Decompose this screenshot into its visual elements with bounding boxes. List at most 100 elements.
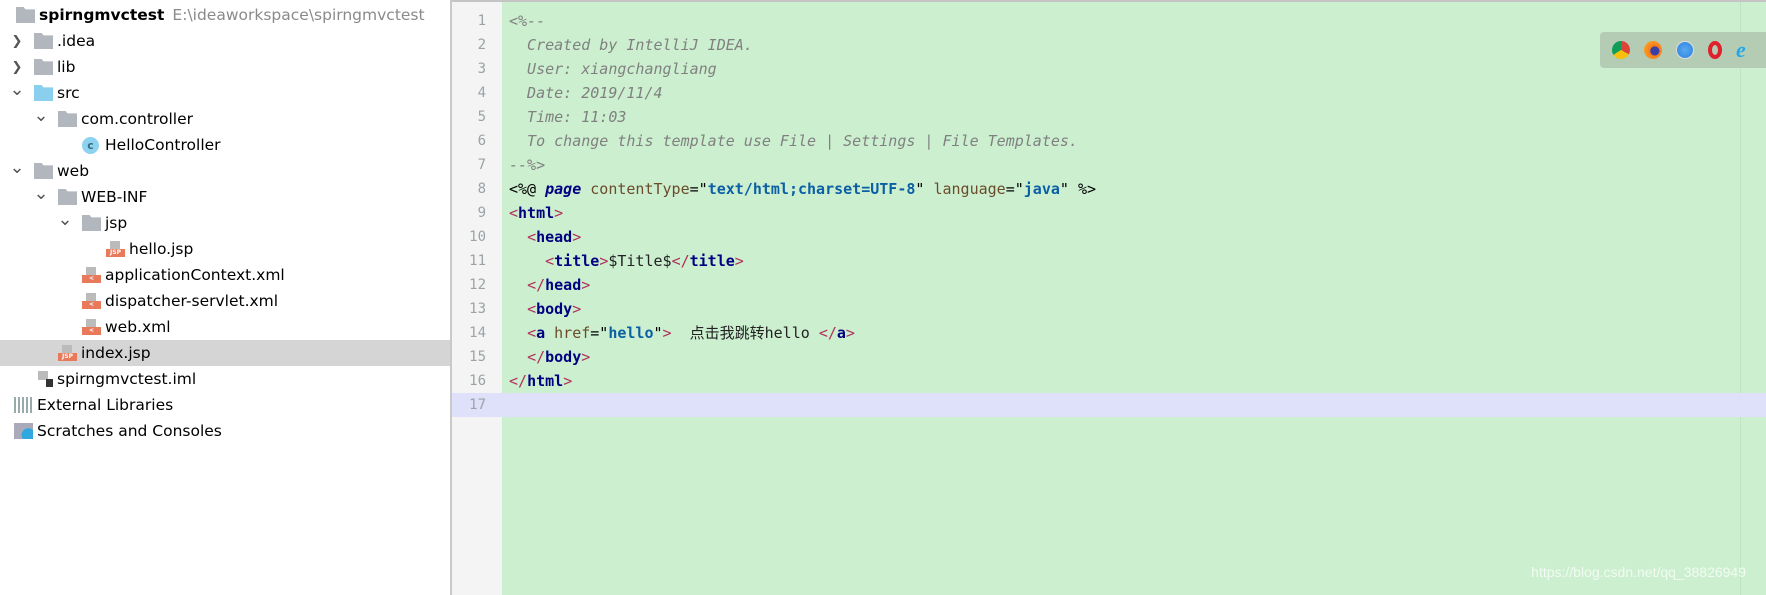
code-token: < — [545, 252, 555, 270]
tree-item[interactable]: < applicationContext.xml — [0, 262, 450, 288]
code-token: java — [1023, 180, 1060, 198]
code-line[interactable]: 9 <html> — [452, 201, 1766, 225]
project-tree: spirngmvctest E:\ideaworkspace\spirngmvc… — [0, 0, 452, 595]
code-token: hello — [608, 324, 654, 342]
code-token: =" — [1005, 180, 1024, 198]
code-token: 点击我跳转hello — [671, 324, 819, 342]
code-line[interactable]: 3 User: xiangchangliang — [452, 57, 1766, 81]
chevron-down-icon[interactable]: ⌄ — [33, 183, 48, 204]
opera-icon[interactable] — [1708, 41, 1722, 59]
code-token: To change this template use File | Setti… — [509, 132, 1078, 150]
chevron-down-icon[interactable]: ⌄ — [9, 157, 24, 178]
code-text: Time: 11:03 — [509, 105, 1709, 129]
tree-item-label: lib — [57, 58, 76, 76]
code-line[interactable]: 6 To change this template use File | Set… — [452, 129, 1766, 153]
line-number: 8 — [477, 181, 486, 197]
folder-icon — [82, 215, 101, 231]
tree-item[interactable]: External Libraries — [0, 392, 450, 418]
chevron-down-icon[interactable]: ⌄ — [9, 79, 24, 100]
tree-item-label: index.jsp — [81, 344, 151, 362]
tree-item-root[interactable]: spirngmvctest E:\ideaworkspace\spirngmvc… — [0, 2, 450, 28]
code-text: <head> — [509, 225, 1709, 249]
code-line[interactable]: 14 <a href="hello"> 点击我跳转hello </a> — [452, 321, 1766, 345]
tree-item-label: .idea — [57, 32, 96, 50]
tree-item-label: web — [57, 162, 90, 180]
firefox-icon[interactable] — [1644, 41, 1662, 59]
safari-icon[interactable] — [1676, 41, 1694, 59]
tree-item[interactable]: ❯ lib — [0, 54, 450, 80]
chevron-down-icon[interactable]: ⌄ — [33, 105, 48, 126]
code-text: </html> — [509, 369, 1709, 393]
tree-item-label: hello.jsp — [129, 240, 194, 258]
tree-item[interactable]: ⌄ src — [0, 79, 450, 106]
code-token: html — [518, 204, 555, 222]
chevron-right-icon[interactable]: ❯ — [10, 60, 24, 75]
code-line[interactable]: 1 <%-- — [452, 9, 1766, 33]
line-number: 4 — [477, 85, 486, 101]
code-text: </head> — [509, 273, 1709, 297]
code-text: <a href="hello"> 点击我跳转hello </a> — [509, 321, 1709, 345]
code-line[interactable]: 12 </head> — [452, 273, 1766, 297]
code-line[interactable]: 16 </html> — [452, 369, 1766, 393]
watermark: https://blog.csdn.net/qq_38826949 — [1531, 564, 1746, 580]
tree-item[interactable]: Scratches and Consoles — [0, 418, 450, 444]
tree-item[interactable]: c HelloController — [0, 132, 450, 158]
code-token: <%-- — [509, 12, 546, 30]
tree-item[interactable]: ⌄ WEB-INF — [0, 183, 450, 210]
code-line[interactable]: 17 — [452, 393, 1766, 417]
line-number: 1 — [477, 13, 486, 29]
code-line[interactable]: 11 <title>$Title$</title> — [452, 249, 1766, 273]
ie-icon[interactable]: e — [1736, 39, 1754, 61]
tree-item[interactable]: spirngmvctest.iml — [0, 366, 450, 392]
code-text: <%@ page contentType="text/html;charset=… — [509, 177, 1709, 201]
browser-preview-bar: e — [1600, 32, 1766, 68]
tree-item-label: HelloController — [105, 136, 221, 154]
tree-item[interactable]: < dispatcher-servlet.xml — [0, 288, 450, 314]
code-line[interactable]: 8 <%@ page contentType="text/html;charset… — [452, 177, 1766, 201]
code-text: <body> — [509, 297, 1709, 321]
tree-item[interactable]: ❯ .idea — [0, 28, 450, 54]
code-text: <html> — [509, 201, 1709, 225]
code-line[interactable]: 7 --%> — [452, 153, 1766, 177]
iml-file-icon — [34, 371, 53, 387]
tree-item[interactable]: JSP index.jsp — [0, 340, 450, 366]
code-line[interactable]: 15 </body> — [452, 345, 1766, 369]
tree-item[interactable]: < web.xml — [0, 314, 450, 340]
tree-item[interactable]: ⌄ com.controller — [0, 105, 450, 132]
code-token: Time: 11:03 — [509, 108, 627, 126]
root-name: spirngmvctest — [39, 6, 165, 24]
code-token: > — [662, 324, 672, 342]
code-line[interactable]: 4 Date: 2019/11/4 — [452, 81, 1766, 105]
line-number: 12 — [469, 277, 486, 293]
line-number: 14 — [469, 325, 486, 341]
web-folder-icon — [34, 163, 53, 179]
tree-item-label: spirngmvctest.iml — [57, 370, 197, 388]
chrome-icon[interactable] — [1612, 41, 1630, 59]
code-line[interactable]: 2 Created by IntelliJ IDEA. — [452, 33, 1766, 57]
code-line[interactable]: 5 Time: 11:03 — [452, 105, 1766, 129]
code-token: a — [836, 324, 846, 342]
code-token: html — [527, 372, 564, 390]
line-number: 3 — [477, 61, 486, 77]
code-token: < — [509, 204, 519, 222]
scratches-icon — [14, 423, 33, 439]
spring-xml-icon: < — [82, 267, 101, 283]
tree-item[interactable]: ⌄ web — [0, 157, 450, 184]
tree-item[interactable]: ⌄ jsp — [0, 209, 450, 236]
code-text: <%-- — [509, 9, 1709, 33]
source-folder-icon — [34, 85, 53, 101]
code-line[interactable]: 13 <body> — [452, 297, 1766, 321]
code-token: > — [581, 276, 591, 294]
code-editor[interactable]: 1 <%-- 2 Created by IntelliJ IDEA. 3 User: … — [452, 0, 1766, 595]
code-line[interactable]: 10 <head> — [452, 225, 1766, 249]
chevron-down-icon[interactable]: ⌄ — [57, 209, 72, 230]
tree-item-label: applicationContext.xml — [105, 266, 285, 284]
code-token: --%> — [509, 156, 546, 174]
line-number: 5 — [477, 109, 486, 125]
tree-item[interactable]: JSP hello.jsp — [0, 236, 450, 262]
chevron-right-icon[interactable]: ❯ — [10, 34, 24, 49]
